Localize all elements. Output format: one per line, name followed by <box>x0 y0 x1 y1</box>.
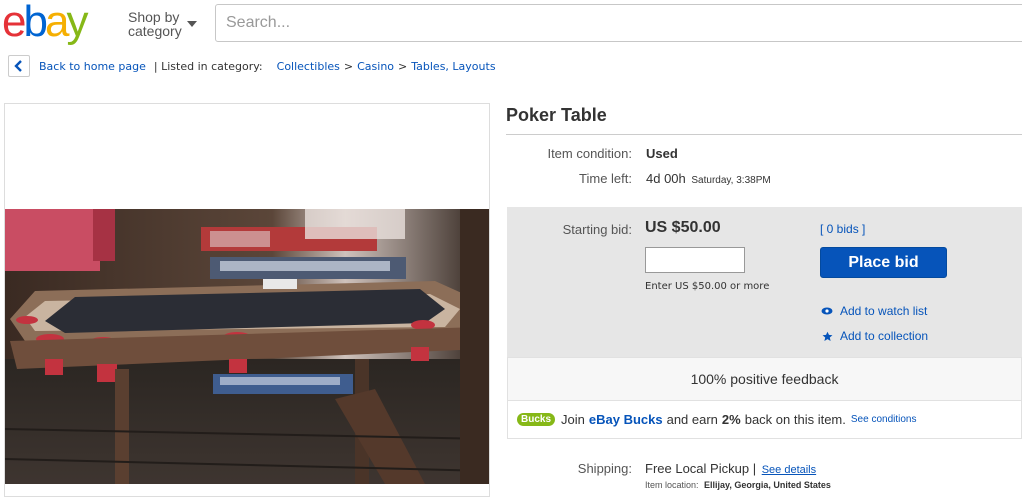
add-to-watch-list-link[interactable]: Add to watch list <box>820 304 927 318</box>
shipping-label: Shipping: <box>577 461 632 476</box>
breadcrumb-separator: > <box>398 59 408 73</box>
item-title: Poker Table <box>506 105 607 125</box>
item-location-value: Ellijay, Georgia, United States <box>704 480 831 490</box>
time-left-detail: Saturday, 3:38PM <box>691 175 771 186</box>
bid-input-hint: Enter US $50.00 or more <box>645 281 770 292</box>
ebay-logo[interactable]: ebay <box>2 0 88 46</box>
item-photo-panel <box>4 103 490 497</box>
see-details-link[interactable]: See details <box>762 464 816 476</box>
breadcrumb: Back to home page | Listed in category: … <box>8 55 496 77</box>
bids-count-link[interactable]: [ 0 bids ] <box>820 222 865 236</box>
bucks-text-after: back on this item. <box>744 412 846 427</box>
starting-bid-value: US $50.00 <box>645 219 721 236</box>
shipping-value: Free Local Pickup <box>645 461 750 476</box>
shop-by-line2: category <box>128 23 182 39</box>
time-left-value-row: 4d 00h Saturday, 3:38PM <box>646 171 771 186</box>
logo-letter-b: b <box>23 0 48 46</box>
eye-icon <box>820 307 834 315</box>
star-icon <box>820 331 834 342</box>
listed-in-label: | Listed in category: <box>153 59 263 73</box>
search-input[interactable] <box>215 4 1022 42</box>
collection-label: Add to collection <box>840 329 929 343</box>
see-conditions-link[interactable]: See conditions <box>851 414 917 425</box>
breadcrumb-item-casino[interactable]: Casino <box>357 60 394 73</box>
breadcrumb-item-tables-layouts[interactable]: Tables, Layouts <box>411 60 495 73</box>
time-left-value: 4d 00h <box>646 171 686 186</box>
back-to-home-link[interactable]: Back to home page <box>39 60 146 73</box>
watch-list-label: Add to watch list <box>840 304 928 318</box>
bid-amount-input[interactable] <box>645 247 745 273</box>
item-location-label: Item location: <box>645 480 699 490</box>
bucks-percent: 2% <box>721 412 741 427</box>
logo-letter-y: y <box>66 0 88 46</box>
item-photo[interactable] <box>5 209 489 484</box>
condition-value: Used <box>646 146 678 161</box>
place-bid-button[interactable]: Place bid <box>820 247 947 278</box>
header: ebay Shop by category <box>0 0 1022 46</box>
logo-letter-e: e <box>2 0 27 46</box>
ebay-bucks-box: Bucks Join eBay Bucks and earn 2% back o… <box>507 401 1022 439</box>
condition-label: Item condition: <box>547 146 632 161</box>
chevron-left-icon <box>14 60 22 72</box>
bucks-badge-icon: Bucks <box>517 413 556 426</box>
breadcrumb-separator: > <box>343 59 354 73</box>
breadcrumb-item-collectibles[interactable]: Collectibles <box>277 60 340 73</box>
bucks-text-before: Join <box>561 412 585 427</box>
chevron-down-icon[interactable] <box>187 21 197 27</box>
shop-by-line1: Shop by <box>128 9 180 25</box>
starting-bid-label: Starting bid: <box>562 222 632 237</box>
logo-letter-a: a <box>44 0 70 46</box>
shipping-separator: | <box>752 461 757 476</box>
ebay-bucks-link[interactable]: eBay Bucks <box>589 412 663 427</box>
add-to-collection-link[interactable]: Add to collection <box>820 329 928 343</box>
title-divider <box>506 134 1022 135</box>
seller-feedback-box: 100% positive feedback <box>507 357 1022 401</box>
item-location-row: Item location: Ellijay, Georgia, United … <box>645 480 831 490</box>
shipping-value-row: Free Local Pickup | See details <box>645 461 816 476</box>
bucks-text-mid: and earn <box>666 412 718 427</box>
positive-feedback-text: 100% positive feedback <box>690 371 839 387</box>
shop-by-category-button[interactable]: Shop by category <box>128 10 182 38</box>
time-left-label: Time left: <box>579 171 632 186</box>
back-button[interactable] <box>8 55 30 77</box>
